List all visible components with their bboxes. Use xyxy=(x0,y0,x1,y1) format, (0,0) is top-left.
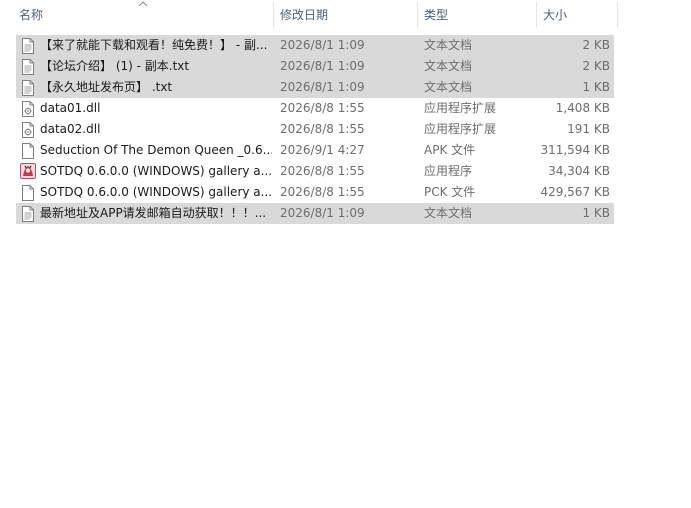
column-divider[interactable] xyxy=(273,2,274,28)
column-header-name[interactable]: 名称 xyxy=(19,0,269,30)
file-size: 2 KB xyxy=(582,59,610,73)
file-type: 应用程序扩展 xyxy=(424,101,497,115)
file-type: 文本文档 xyxy=(424,80,473,94)
text-document-icon xyxy=(21,80,35,96)
file-type: APK 文件 xyxy=(424,143,476,157)
file-row[interactable]: 【永久地址发布页】 .txt 2026/8/1 1:09 文本文档 1 KB xyxy=(16,77,614,98)
file-name: 【论坛介绍】 (1) - 副本.txt xyxy=(40,59,190,73)
file-type: 应用程序 xyxy=(424,164,473,178)
file-type: 文本文档 xyxy=(424,59,473,73)
application-icon xyxy=(20,163,36,179)
dll-file-icon xyxy=(21,101,35,117)
blank-file-icon xyxy=(21,185,35,201)
text-document-icon xyxy=(21,206,35,222)
file-row[interactable]: 【来了就能下载和观看！纯免费！】 - 副... 2026/8/1 1:09 文本文档… xyxy=(16,35,614,56)
file-name: SOTDQ 0.6.0.0 (WINDOWS) gallery a... xyxy=(40,185,272,199)
file-modified-date: 2026/8/1 1:09 xyxy=(280,206,365,220)
column-header-type[interactable]: 类型 xyxy=(424,0,534,30)
file-name: Seduction Of The Demon Queen _0.6.... xyxy=(40,143,272,157)
text-document-icon xyxy=(21,38,35,54)
file-modified-date: 2026/8/8 1:55 xyxy=(280,185,365,199)
column-divider[interactable] xyxy=(417,2,418,28)
file-name: 【来了就能下载和观看！纯免费！】 - 副... xyxy=(40,38,268,52)
file-name: SOTDQ 0.6.0.0 (WINDOWS) gallery a... xyxy=(40,164,272,178)
file-modified-date: 2026/8/8 1:55 xyxy=(280,101,365,115)
file-modified-date: 2026/8/1 1:09 xyxy=(280,38,365,52)
file-row[interactable]: data01.dll 2026/8/8 1:55 应用程序扩展 1,408 KB xyxy=(16,98,614,119)
file-row[interactable]: 【论坛介绍】 (1) - 副本.txt 2026/8/1 1:09 文本文档 2 KB xyxy=(16,56,614,77)
file-name: data02.dll xyxy=(40,122,101,136)
file-row[interactable]: data02.dll 2026/8/8 1:55 应用程序扩展 191 KB xyxy=(16,119,614,140)
text-document-icon xyxy=(21,59,35,75)
file-size: 1 KB xyxy=(582,80,610,94)
file-size: 34,304 KB xyxy=(548,164,610,178)
column-divider[interactable] xyxy=(617,2,618,28)
file-size: 2 KB xyxy=(582,38,610,52)
file-row[interactable]: SOTDQ 0.6.0.0 (WINDOWS) gallery a... 2026… xyxy=(16,182,614,203)
file-size: 191 KB xyxy=(567,122,610,136)
file-modified-date: 2026/8/8 1:55 xyxy=(280,164,365,178)
file-list-view: 名称 修改日期 类型 大小 【来了就能下载和观看！纯免费！】 - 副... 202… xyxy=(0,0,691,508)
file-type: 文本文档 xyxy=(424,38,473,52)
file-size: 1 KB xyxy=(582,206,610,220)
column-header-bar: 名称 修改日期 类型 大小 xyxy=(0,0,691,30)
file-type: 文本文档 xyxy=(424,206,473,220)
file-name: data01.dll xyxy=(40,101,101,115)
file-row[interactable]: 最新地址及APP请发邮箱自动获取！！！... 2026/8/1 1:09 文本文档 1… xyxy=(16,203,614,224)
file-modified-date: 2026/8/1 1:09 xyxy=(280,80,365,94)
file-size: 1,408 KB xyxy=(555,101,610,115)
file-modified-date: 2026/8/8 1:55 xyxy=(280,122,365,136)
file-name: 【永久地址发布页】 .txt xyxy=(40,80,173,94)
column-divider[interactable] xyxy=(536,2,537,28)
file-type: PCK 文件 xyxy=(424,185,476,199)
file-size: 311,594 KB xyxy=(540,143,610,157)
file-modified-date: 2026/9/1 4:27 xyxy=(280,143,365,157)
file-modified-date: 2026/8/1 1:09 xyxy=(280,59,365,73)
column-header-size[interactable]: 大小 xyxy=(543,0,613,30)
dll-file-icon xyxy=(21,122,35,138)
file-size: 429,567 KB xyxy=(540,185,610,199)
file-row[interactable]: Seduction Of The Demon Queen _0.6.... 202… xyxy=(16,140,614,161)
file-row[interactable]: SOTDQ 0.6.0.0 (WINDOWS) gallery a... 2026… xyxy=(16,161,614,182)
file-type: 应用程序扩展 xyxy=(424,122,497,136)
blank-file-icon xyxy=(21,143,35,159)
file-name: 最新地址及APP请发邮箱自动获取！！！... xyxy=(40,206,267,220)
file-rows: 【来了就能下载和观看！纯免费！】 - 副... 2026/8/1 1:09 文本文档… xyxy=(16,35,614,224)
column-header-date[interactable]: 修改日期 xyxy=(280,0,410,30)
